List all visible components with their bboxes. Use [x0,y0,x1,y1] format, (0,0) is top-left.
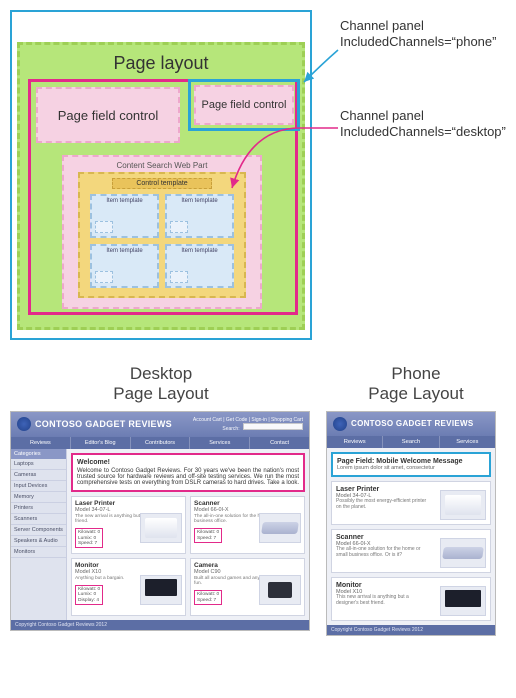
sidebar-header: Categories [11,449,66,459]
sidebar-item[interactable]: Laptops [11,459,66,470]
sidebar-item[interactable]: Scanners [11,514,66,525]
footer: Copyright Contoso Gadget Reviews 2012 [327,625,495,635]
product-card: MonitorModel X10This new arrival is anyt… [331,577,491,621]
product-grid: Laser PrinterModel 34-07-LThe new arriva… [71,496,305,616]
product-image [440,586,486,616]
product-image [440,538,486,568]
nav-tab[interactable]: Reviews [327,436,383,448]
cswp-title: Content Search Web Part [68,161,256,170]
phone-nav: ReviewsSearchServices [327,436,495,448]
sidebar-item[interactable]: Memory [11,492,66,503]
product-image [140,513,182,543]
product-card: Laser PrinterModel 34-07-LThe new arriva… [71,496,186,554]
item-template: Item template [165,194,234,238]
product-image [140,575,182,605]
page-field-control-label: Page field control [58,108,158,123]
mobile-welcome-body: Lorem ipsum dolor sit amet, consectetur [337,465,485,471]
item-template: Item template [165,244,234,288]
product-details: Kilowatt: 0 Lumix: 0 Display: 4 [75,585,103,605]
desktop-column: Desktop Page Layout CONTOSO GADGET REVIE… [10,364,312,636]
layouts-row: Desktop Page Layout CONTOSO GADGET REVIE… [0,350,516,650]
product-name: Monitor [75,562,182,569]
diagram-stage: Page layout Page field control Page fiel… [0,0,516,350]
product-image [259,575,301,605]
sidebar-item[interactable]: Printers [11,503,66,514]
control-template-label: Control template [112,178,212,189]
product-card: Laser PrinterModel 34-07-LPossibly the m… [331,481,491,525]
product-blurb: The all-in-one solution for the home or … [336,547,432,559]
sidebar-item[interactable]: Input Devices [11,481,66,492]
brand-title: CONTOSO GADGET REVIEWS [351,419,473,428]
brand-title: CONTOSO GADGET REVIEWS [35,419,172,429]
welcome-panel: Welcome! Welcome to Contoso Gadget Revie… [71,453,305,492]
page-field-control-phone-label: Page field control [202,99,287,111]
welcome-body: Welcome to Contoso Gadget Reviews. For 3… [77,468,299,486]
sidebar-item[interactable]: Speakers & Audio [11,536,66,547]
product-card: CameraModel C90Built all around games an… [190,558,305,616]
product-details: Kilowatt: 0 Lumix: 0 Speed: 7 [75,528,103,548]
page-field-control-desktop: Page field control [36,87,180,143]
callout-phone: Channel panel IncludedChannels=“phone” [340,18,496,51]
phone-heading: Phone Page Layout [326,364,506,405]
product-card: ScannerModel 66-0I-XThe all-in-one solut… [331,529,491,573]
mobile-welcome-panel: Page Field: Mobile Welcome Message Lorem… [331,452,491,477]
desktop-page-layout: CONTOSO GADGET REVIEWS Account Cart | Ge… [10,411,310,631]
nav-tab[interactable]: Services [440,436,495,448]
callout-desktop: Channel panel IncludedChannels=“desktop” [340,108,506,141]
phone-body: Page Field: Mobile Welcome Message Lorem… [327,448,495,625]
brand-right: Account Cart | Get Code | Sign-in | Shop… [193,417,303,432]
ribbon-badge-icon [17,417,31,431]
desktop-body: CategoriesLaptopsCamerasInput DevicesMem… [11,449,309,620]
phone-page-layout: CONTOSO GADGET REVIEWS ReviewsSearchServ… [326,411,496,636]
product-name: Laser Printer [75,500,182,507]
ribbon-badge-icon [333,417,347,431]
product-name: Camera [194,562,301,569]
outer-master-box: Page layout Page field control Page fiel… [10,10,312,340]
brandbar: CONTOSO GADGET REVIEWS [327,412,495,436]
product-card: MonitorModel X10Anything but a bargain.K… [71,558,186,616]
brandbar: CONTOSO GADGET REVIEWS Account Cart | Ge… [11,412,309,437]
phone-product-list: Laser PrinterModel 34-07-LPossibly the m… [331,481,491,621]
nav-tab[interactable]: Services [190,437,250,449]
nav-tab[interactable]: Search [383,436,439,448]
search-input[interactable] [243,423,303,430]
product-image [440,490,486,520]
page-layout-title: Page layout [26,51,296,80]
product-blurb: This new arrival is anything but a desig… [336,595,432,607]
page-layout-area: Page layout Page field control Page fiel… [17,42,305,330]
nav-tab[interactable]: Reviews [11,437,71,449]
sidebar-item[interactable]: Server Components [11,525,66,536]
nav-tab[interactable]: Contributors [131,437,191,449]
footer: Copyright Contoso Gadget Reviews 2012 [11,620,309,630]
callout-desktop-line1: Channel panel [340,108,506,124]
callout-phone-line2: IncludedChannels=“phone” [340,34,496,50]
item-template: Item template [90,244,159,288]
nav-tab[interactable]: Editor's Blog [71,437,131,449]
control-template: Control template Item template Item temp… [78,172,246,298]
desktop-nav: ReviewsEditor's BlogContributorsServices… [11,437,309,449]
sidebar-item[interactable]: Cameras [11,470,66,481]
sidebar-item[interactable]: Monitors [11,547,66,558]
product-name: Scanner [194,500,301,507]
product-details: Kilowatt: 0 Speed: 7 [194,590,222,605]
page-field-control-phone: Page field control [194,85,294,125]
item-template-grid: Item template Item template Item templat… [84,192,240,290]
nav-tab[interactable]: Contact [250,437,309,449]
product-details: Kilowatt: 0 Speed: 7 [194,528,222,543]
search-label: Search: [222,426,239,432]
sidebar-categories: CategoriesLaptopsCamerasInput DevicesMem… [11,449,67,620]
desktop-main: Welcome! Welcome to Contoso Gadget Revie… [67,449,309,620]
desktop-heading: Desktop Page Layout [10,364,312,405]
mobile-welcome-heading: Page Field: Mobile Welcome Message [337,458,485,465]
callout-desktop-line2: IncludedChannels=“desktop” [340,124,506,140]
product-card: ScannerModel 66-0I-XThe all-in-one solut… [190,496,305,554]
content-search-web-part: Content Search Web Part Control template… [62,155,262,309]
item-template: Item template [90,194,159,238]
phone-column: Phone Page Layout CONTOSO GADGET REVIEWS… [326,364,506,636]
product-image [259,513,301,543]
product-blurb: Possibly the most energy-efficient print… [336,499,432,511]
callout-phone-line1: Channel panel [340,18,496,34]
welcome-heading: Welcome! [77,459,299,466]
